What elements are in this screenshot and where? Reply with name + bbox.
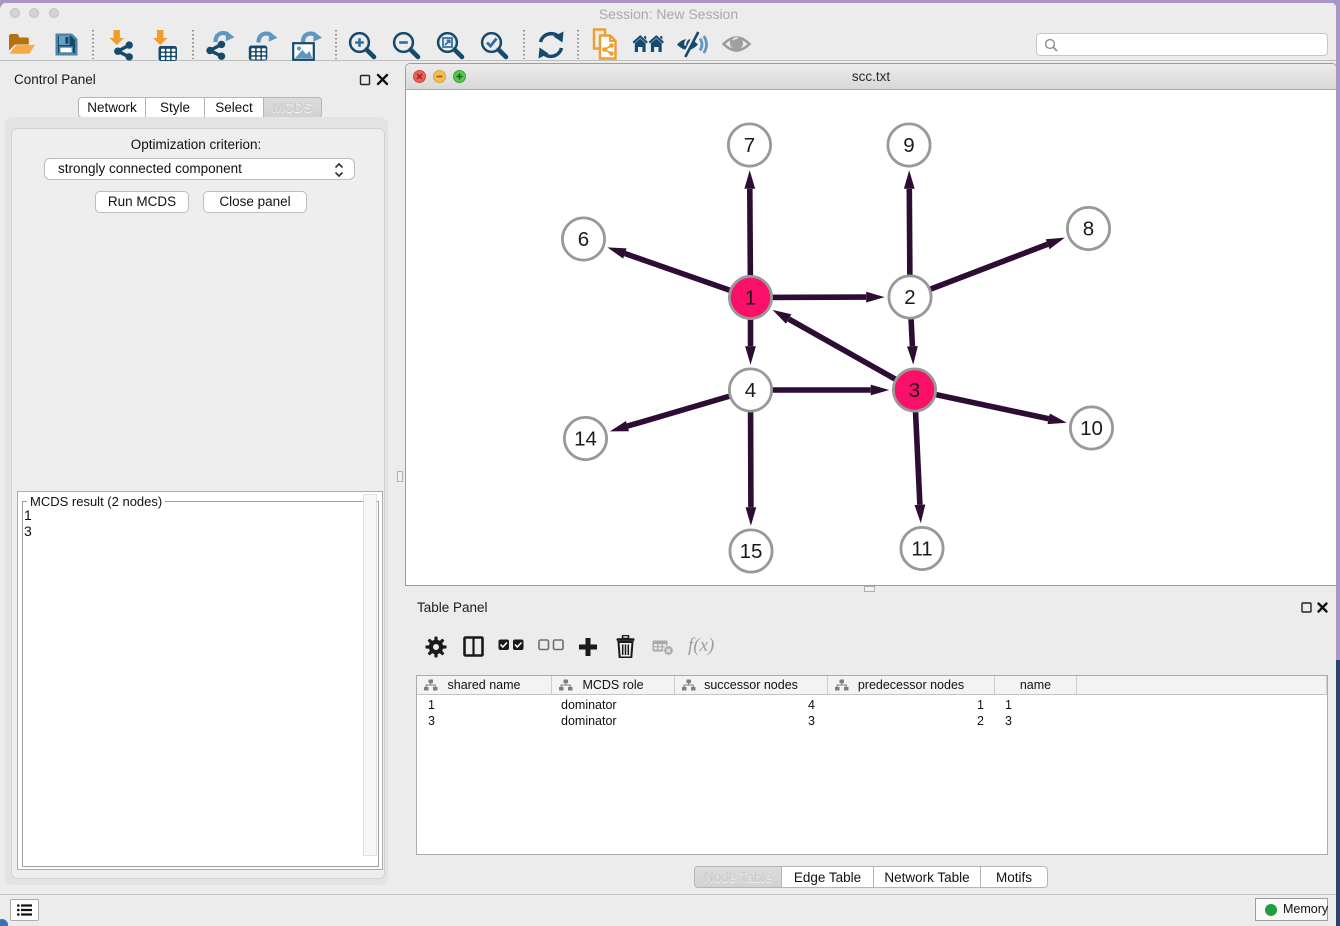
svg-text:1: 1: [745, 287, 756, 310]
svg-text:7: 7: [744, 134, 755, 157]
svg-text:14: 14: [574, 428, 597, 451]
svg-text:15: 15: [740, 540, 763, 563]
svg-text:4: 4: [745, 379, 756, 402]
svg-text:10: 10: [1080, 417, 1103, 440]
svg-text:8: 8: [1083, 218, 1094, 241]
svg-text:9: 9: [903, 134, 914, 157]
svg-text:2: 2: [904, 286, 915, 309]
svg-text:3: 3: [909, 379, 920, 402]
svg-text:6: 6: [578, 228, 589, 251]
svg-text:11: 11: [911, 538, 932, 561]
